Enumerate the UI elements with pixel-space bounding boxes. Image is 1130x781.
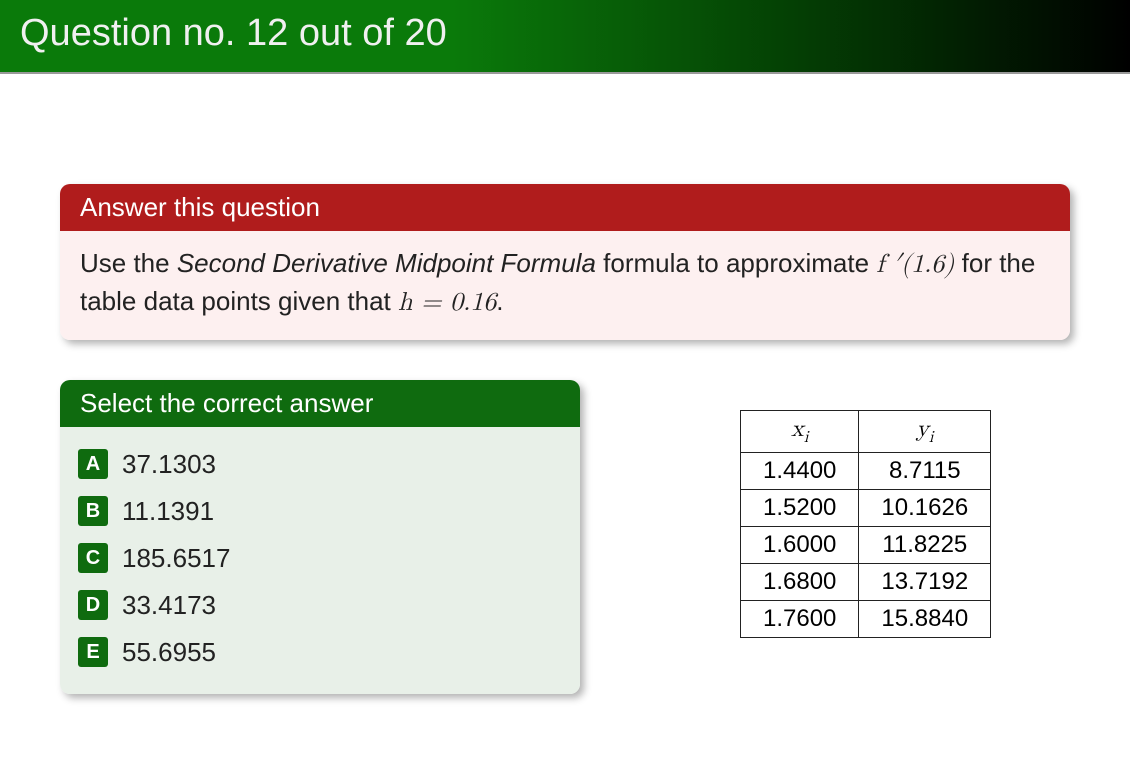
answer-heading: Select the correct answer [60,380,580,427]
option-letter: C [78,543,108,573]
option-value: 185.6517 [122,543,230,574]
question-heading: Answer this question [60,184,1070,231]
answer-box: Select the correct answer A 37.1303 B 11… [60,380,580,694]
q-dot: . [496,286,503,316]
answer-option-b[interactable]: B 11.1391 [78,488,562,535]
col-header-x: xi [741,410,859,452]
cell-x: 1.6000 [741,526,859,563]
option-value: 11.1391 [122,496,214,527]
q-text-mid: formula to approximate [596,248,876,278]
q-text-prefix: Use the [80,248,177,278]
q-h-expr: h = 0.16 [398,290,496,316]
table-row: 1.6800 13.7192 [741,563,991,600]
answer-option-d[interactable]: D 33.4173 [78,582,562,629]
table-row: 1.6000 11.8225 [741,526,991,563]
y-sym: y [916,417,929,441]
table-row: 1.7600 15.8840 [741,600,991,637]
option-letter: A [78,449,108,479]
option-value: 37.1303 [122,449,216,480]
table-header-row: xi yi [741,410,991,452]
answer-body: A 37.1303 B 11.1391 C 185.6517 D 33.4173… [60,427,580,694]
option-letter: D [78,590,108,620]
option-letter: B [78,496,108,526]
table-row: 1.5200 10.1626 [741,489,991,526]
answer-option-e[interactable]: E 55.6955 [78,629,562,676]
slide-header: Question no. 12 out of 20 [0,0,1130,74]
option-value: 33.4173 [122,590,216,621]
cell-x: 1.4400 [741,452,859,489]
table-row: 1.4400 8.7115 [741,452,991,489]
cell-x: 1.7600 [741,600,859,637]
content-area: Answer this question Use the Second Deri… [0,74,1130,694]
cell-y: 11.8225 [859,526,991,563]
q-fprime: f ′(1.6) [876,252,954,278]
cell-y: 10.1626 [859,489,991,526]
lower-row: Select the correct answer A 37.1303 B 11… [60,380,1070,694]
data-table: xi yi 1.4400 8.7115 1.5200 10.1626 1.600… [740,410,991,638]
answer-option-c[interactable]: C 185.6517 [78,535,562,582]
cell-y: 8.7115 [859,452,991,489]
q-formula-name: Second Derivative Midpoint Formula [177,248,596,278]
cell-y: 13.7192 [859,563,991,600]
answer-option-a[interactable]: A 37.1303 [78,441,562,488]
option-value: 55.6955 [122,637,216,668]
col-header-y: yi [859,410,991,452]
x-sym: x [791,417,804,441]
cell-x: 1.5200 [741,489,859,526]
header-title: Question no. 12 out of 20 [20,12,447,54]
x-sub: i [804,429,809,446]
question-body: Use the Second Derivative Midpoint Formu… [60,231,1070,340]
y-sub: i [929,429,934,446]
cell-y: 15.8840 [859,600,991,637]
question-box: Answer this question Use the Second Deri… [60,184,1070,340]
cell-x: 1.6800 [741,563,859,600]
option-letter: E [78,637,108,667]
